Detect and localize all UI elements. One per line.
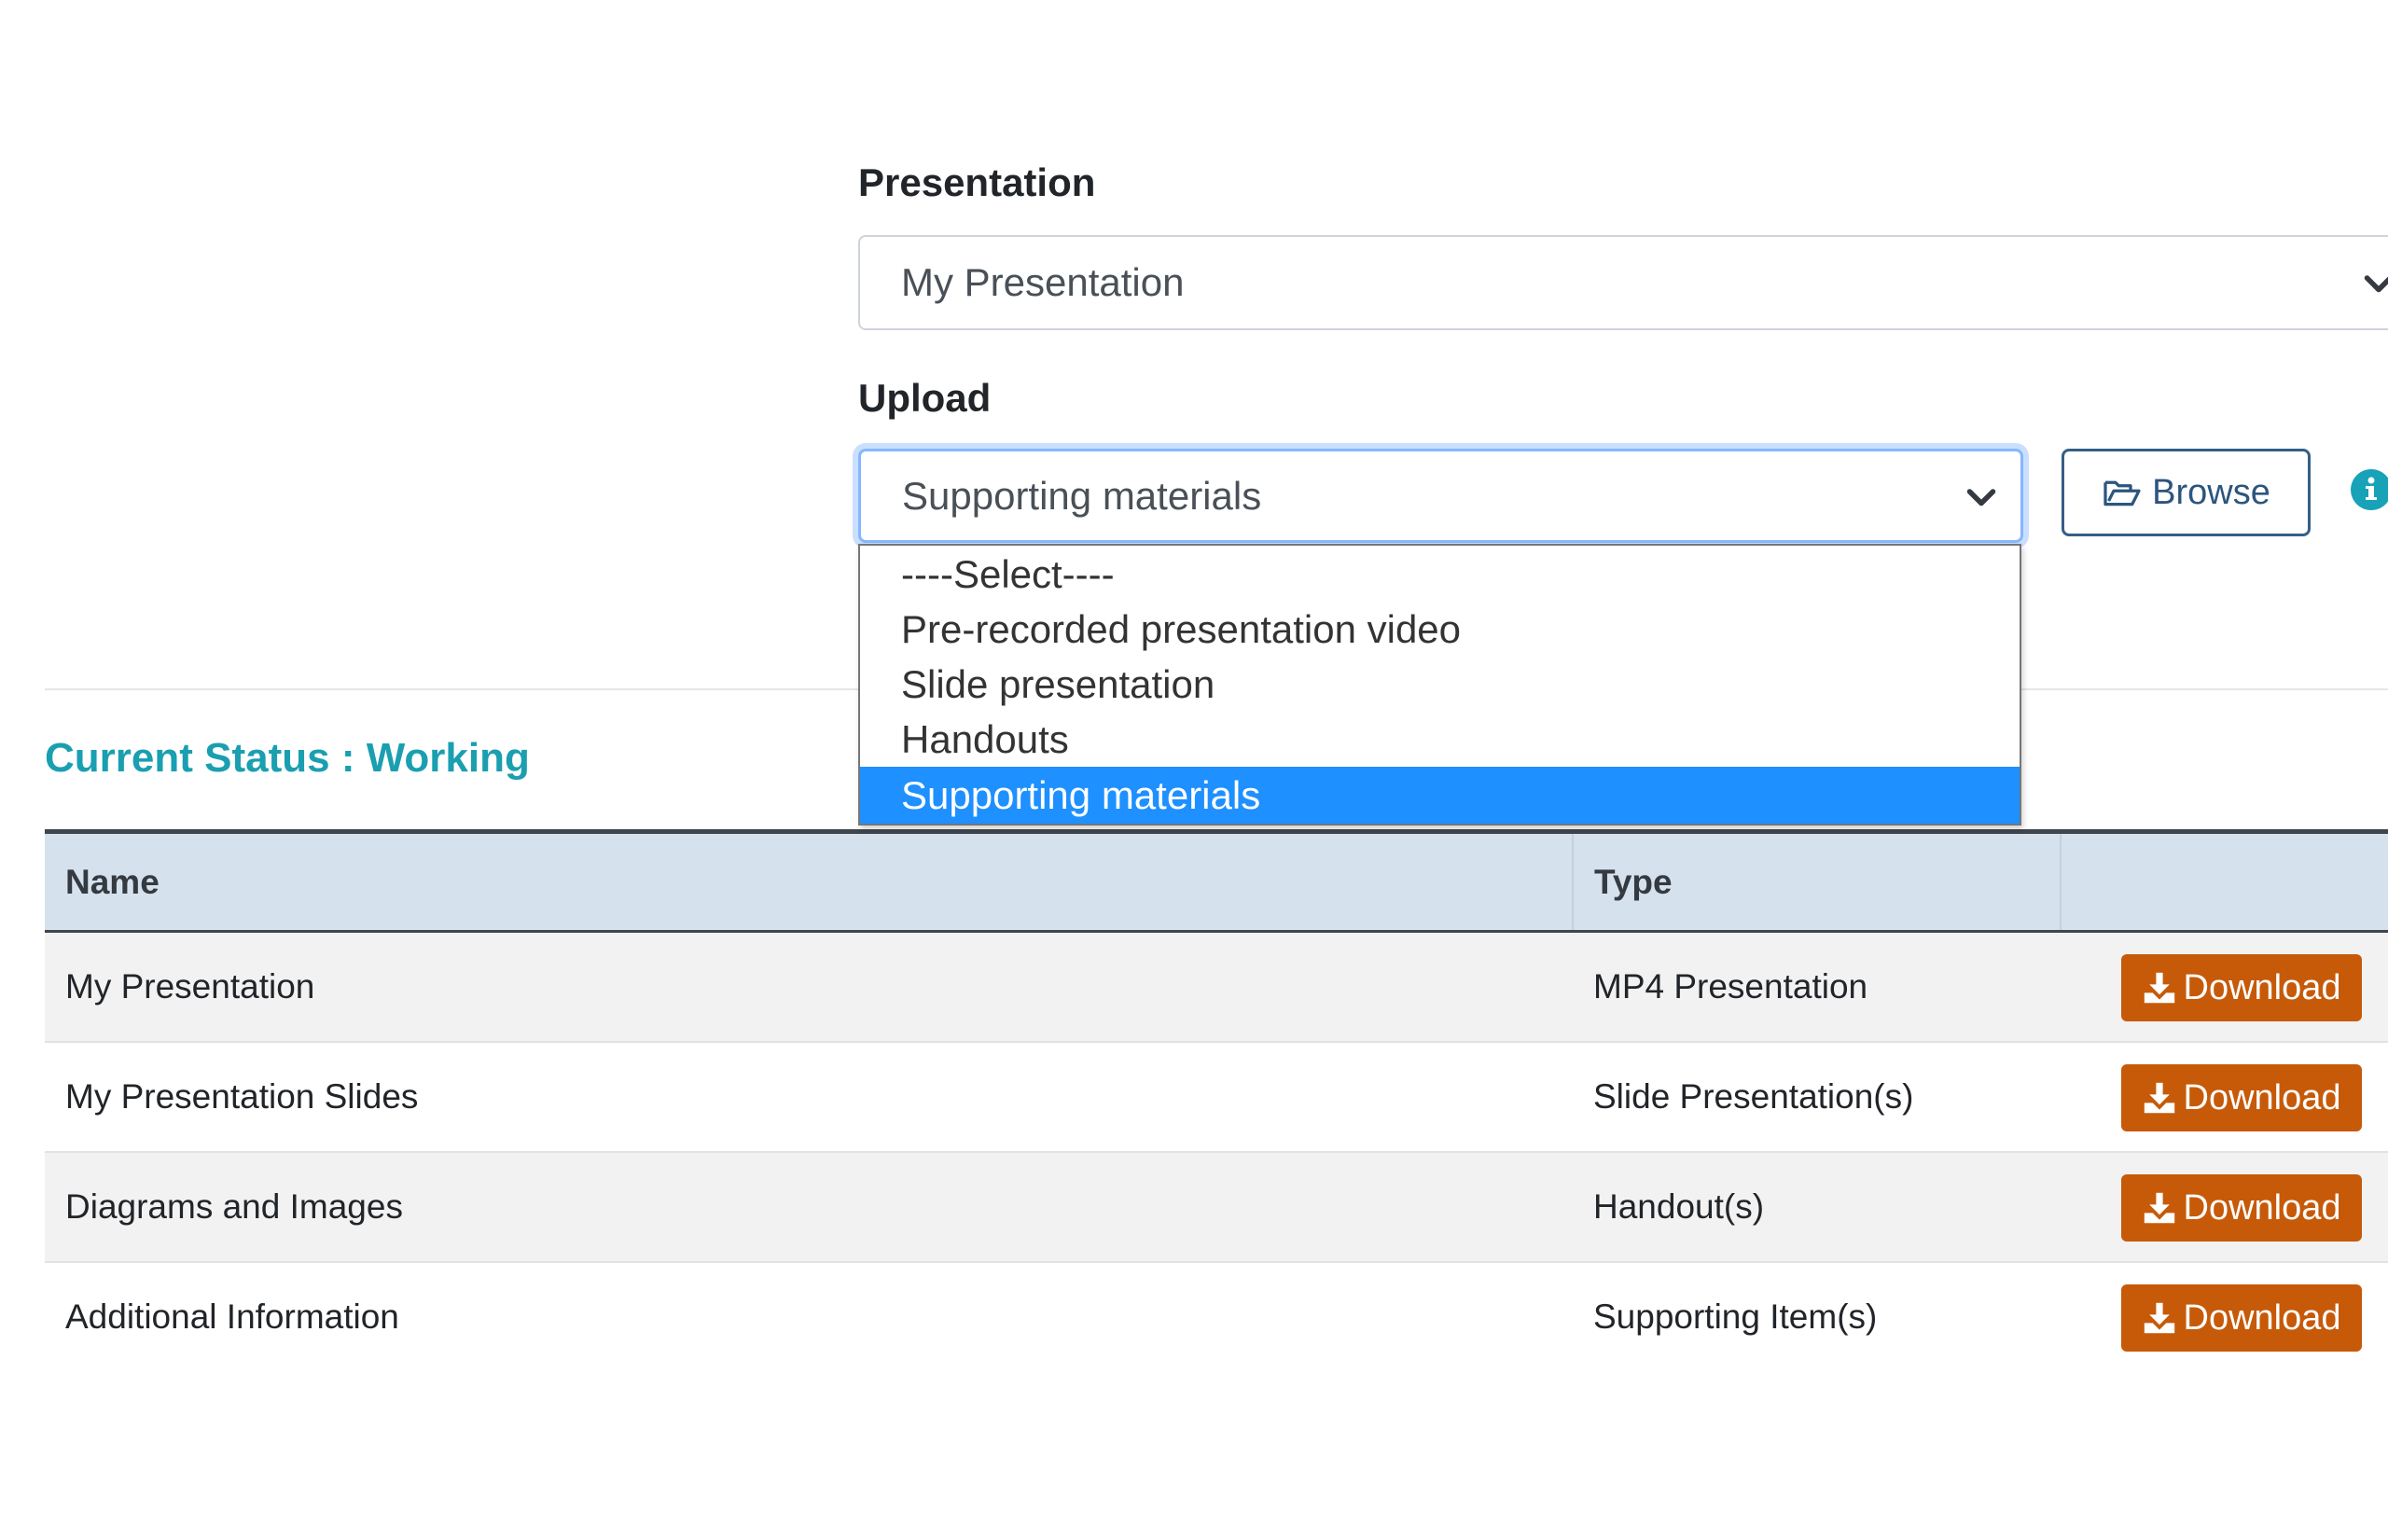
- dropdown-option[interactable]: Pre-recorded presentation video: [860, 602, 2020, 657]
- upload-dropdown-list: ----Select---- Pre-recorded presentation…: [858, 544, 2021, 825]
- download-icon: [2144, 972, 2174, 1004]
- download-button-label: Download: [2183, 1187, 2341, 1228]
- row-name: My Presentation: [65, 967, 315, 1006]
- row-name: Diagrams and Images: [65, 1187, 403, 1226]
- column-header-name: Name: [65, 863, 160, 901]
- presentation-select[interactable]: My Presentation: [858, 235, 2388, 330]
- download-button-label: Download: [2183, 967, 2341, 1007]
- presentation-select-value: My Presentation: [901, 260, 1185, 304]
- browse-button-label: Browse: [2152, 472, 2270, 512]
- row-type: MP4 Presentation: [1593, 967, 1868, 1006]
- row-type: Slide Presentation(s): [1593, 1077, 1914, 1116]
- table-header: Name Type: [45, 834, 2388, 930]
- dropdown-option[interactable]: ----Select----: [860, 547, 2020, 602]
- table-row: My Presentation Slides Slide Presentatio…: [45, 1043, 2388, 1153]
- info-glyph: [2366, 477, 2377, 500]
- dropdown-option[interactable]: Slide presentation: [860, 657, 2020, 712]
- download-button[interactable]: Download: [2121, 1064, 2362, 1131]
- dropdown-option-highlighted[interactable]: Supporting materials: [860, 767, 2020, 824]
- table-row: Additional Information Supporting Item(s…: [45, 1263, 2388, 1373]
- download-icon: [2144, 1192, 2174, 1224]
- browse-button[interactable]: Browse: [2062, 449, 2311, 536]
- current-status: Current Status : Working: [45, 735, 530, 781]
- table-row: My Presentation MP4 Presentation Downloa…: [45, 933, 2388, 1043]
- row-type: Handout(s): [1593, 1187, 1765, 1226]
- download-icon: [2144, 1302, 2174, 1334]
- table-row: Diagrams and Images Handout(s) Download: [45, 1153, 2388, 1263]
- presentation-label: Presentation: [858, 160, 1096, 204]
- download-button-label: Download: [2183, 1297, 2341, 1338]
- info-circle-icon[interactable]: [2351, 469, 2388, 510]
- column-header-actions: [2062, 834, 2082, 930]
- chevron-down-icon: [1966, 488, 1996, 506]
- folder-open-icon: [2103, 480, 2141, 506]
- row-type: Supporting Item(s): [1593, 1297, 1878, 1336]
- row-name: My Presentation Slides: [65, 1077, 419, 1116]
- column-header-type: Type: [1594, 863, 1673, 901]
- download-button[interactable]: Download: [2121, 954, 2362, 1021]
- row-name: Additional Information: [65, 1297, 399, 1336]
- upload-select-value: Supporting materials: [902, 473, 1262, 518]
- chevron-down-icon: [2364, 275, 2388, 293]
- upload-label: Upload: [858, 376, 992, 420]
- download-icon: [2144, 1082, 2174, 1114]
- download-button[interactable]: Download: [2121, 1284, 2362, 1352]
- upload-type-select[interactable]: Supporting materials: [858, 449, 2023, 543]
- download-button[interactable]: Download: [2121, 1174, 2362, 1242]
- download-button-label: Download: [2183, 1077, 2341, 1117]
- dropdown-option[interactable]: Handouts: [860, 712, 2020, 767]
